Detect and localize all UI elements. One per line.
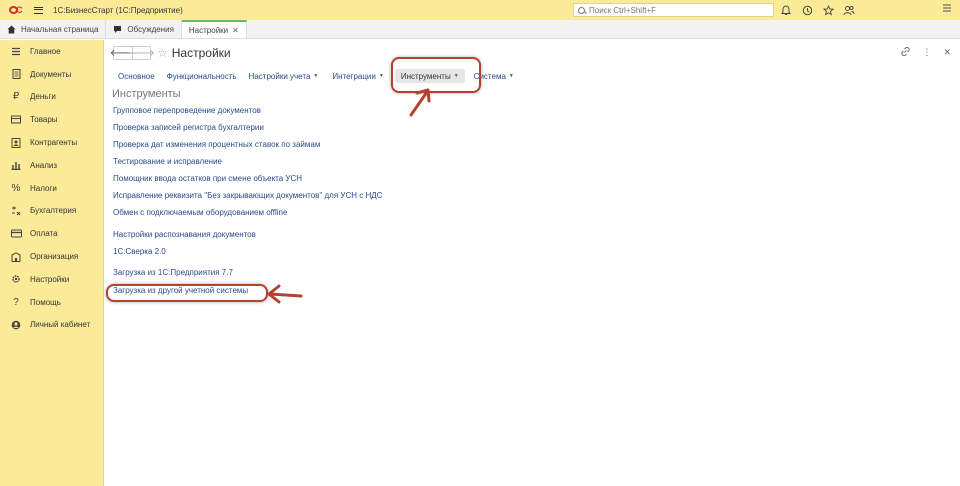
menu-icon <box>10 45 22 57</box>
sidebar-item-settings[interactable]: Настройки <box>0 268 103 291</box>
page-title: Настройки <box>171 46 231 60</box>
card-icon <box>10 228 22 240</box>
sidebar-item-taxes[interactable]: % Налоги <box>0 177 103 200</box>
chevron-down-icon: ▼ <box>313 73 319 79</box>
section-title: Инструменты <box>112 88 181 100</box>
main-content: 🡐 🡒 ☆ Настройки ⋮ ✕ Основное Функциональ… <box>105 40 960 486</box>
building-icon <box>10 251 22 263</box>
link-1c-sverka[interactable]: 1С:Сверка 2.0 <box>113 247 166 256</box>
chevron-down-icon: ▼ <box>508 73 514 79</box>
bell-icon[interactable] <box>780 4 792 16</box>
title-bar: С 1С:БизнесСтарт (1С:Предприятие) <box>0 0 960 20</box>
sidebar-item-analysis[interactable]: Анализ <box>0 154 103 177</box>
app-title: 1С:БизнесСтарт (1С:Предприятие) <box>53 5 183 15</box>
link-offline-equipment-exchange[interactable]: Обмен с подключаемым оборудованием offli… <box>113 208 287 217</box>
gear-icon <box>10 273 22 285</box>
subtab-integrations[interactable]: Интеграции ▼ <box>327 72 388 81</box>
home-icon <box>7 25 16 34</box>
link-testing-and-repair[interactable]: Тестирование и исправление <box>113 157 222 166</box>
subtab-main[interactable]: Основное <box>113 72 160 81</box>
window-menu-icon[interactable] <box>942 4 952 14</box>
search-input[interactable] <box>589 5 769 15</box>
history-icon[interactable] <box>801 4 813 16</box>
close-tab-icon[interactable]: ✕ <box>232 26 239 35</box>
ruble-icon: ₽ <box>12 91 20 103</box>
main-menu-icon[interactable] <box>34 6 43 14</box>
sidebar-item-organization[interactable]: Организация <box>0 245 103 268</box>
chat-icon <box>113 25 122 34</box>
sidebar-item-money[interactable]: ₽ Деньги <box>0 86 103 109</box>
subtab-functionality[interactable]: Функциональность <box>162 72 242 81</box>
sidebar-item-contractors[interactable]: Контрагенты <box>0 131 103 154</box>
link-import-from-1c77[interactable]: Загрузка из 1С:Предприятия 7.7 <box>113 268 233 277</box>
percent-icon: % <box>11 182 21 194</box>
sidebar-item-documents[interactable]: Документы <box>0 63 103 86</box>
link-fix-closing-docs-attribute[interactable]: Исправление реквизита "Без закрывающих д… <box>113 191 382 200</box>
link-group-reposting[interactable]: Групповое перепроведение документов <box>113 106 261 115</box>
more-options-icon[interactable]: ⋮ <box>922 47 931 58</box>
open-tabs-bar: Начальная страница Обсуждения Настройки … <box>0 20 960 39</box>
highlight-import-link <box>106 284 268 302</box>
chevron-down-icon: ▼ <box>378 73 384 79</box>
link-check-interest-rates[interactable]: Проверка дат изменения процентных ставок… <box>113 140 320 149</box>
tab-home[interactable]: Начальная страница <box>0 20 107 38</box>
user-circle-icon <box>10 319 22 331</box>
contacts-icon <box>10 137 22 149</box>
search-icon <box>578 6 585 14</box>
annotation-arrow-left-icon <box>267 284 303 304</box>
users-icon[interactable] <box>843 4 855 16</box>
link-icon[interactable] <box>901 46 911 58</box>
sidebar-item-accounting[interactable]: Бухгалтерия <box>0 200 103 223</box>
1c-logo-icon[interactable]: С <box>9 5 25 15</box>
document-icon <box>10 68 22 80</box>
tab-settings[interactable]: Настройки ✕ <box>181 20 247 38</box>
favorites-star-icon[interactable] <box>822 4 834 16</box>
sidebar-item-goods[interactable]: Товары <box>0 108 103 131</box>
link-document-recognition-settings[interactable]: Настройки распознавания документов <box>113 230 256 239</box>
bar-chart-icon <box>10 159 22 171</box>
sidebar-item-help[interactable]: ? Помощь <box>0 291 103 314</box>
sidebar-item-payment[interactable]: Оплата <box>0 222 103 245</box>
link-check-accounting-register[interactable]: Проверка записей регистра бухгалтерии <box>113 123 264 132</box>
sidebar-item-main[interactable]: Главное <box>0 40 103 63</box>
accounting-icon <box>10 205 22 217</box>
box-icon <box>10 114 22 126</box>
navigation-buttons: 🡐 🡒 <box>110 46 155 60</box>
sidebar: Главное Документы ₽ Деньги Товары Контра… <box>0 40 104 486</box>
close-window-icon[interactable]: ✕ <box>943 47 951 58</box>
question-icon: ? <box>13 296 19 308</box>
annotation-arrow-up-icon <box>409 88 431 117</box>
forward-arrow-icon[interactable]: 🡒 <box>128 47 155 59</box>
tab-discussions[interactable]: Обсуждения <box>106 20 182 38</box>
search-box[interactable] <box>573 3 774 17</box>
subtab-accounting-settings[interactable]: Настройки учета ▼ <box>244 72 324 81</box>
sidebar-item-account[interactable]: Личный кабинет <box>0 314 103 337</box>
favorite-star-icon[interactable]: ☆ <box>157 47 168 59</box>
link-usn-balance-wizard[interactable]: Помощник ввода остатков при смене объект… <box>113 174 302 183</box>
